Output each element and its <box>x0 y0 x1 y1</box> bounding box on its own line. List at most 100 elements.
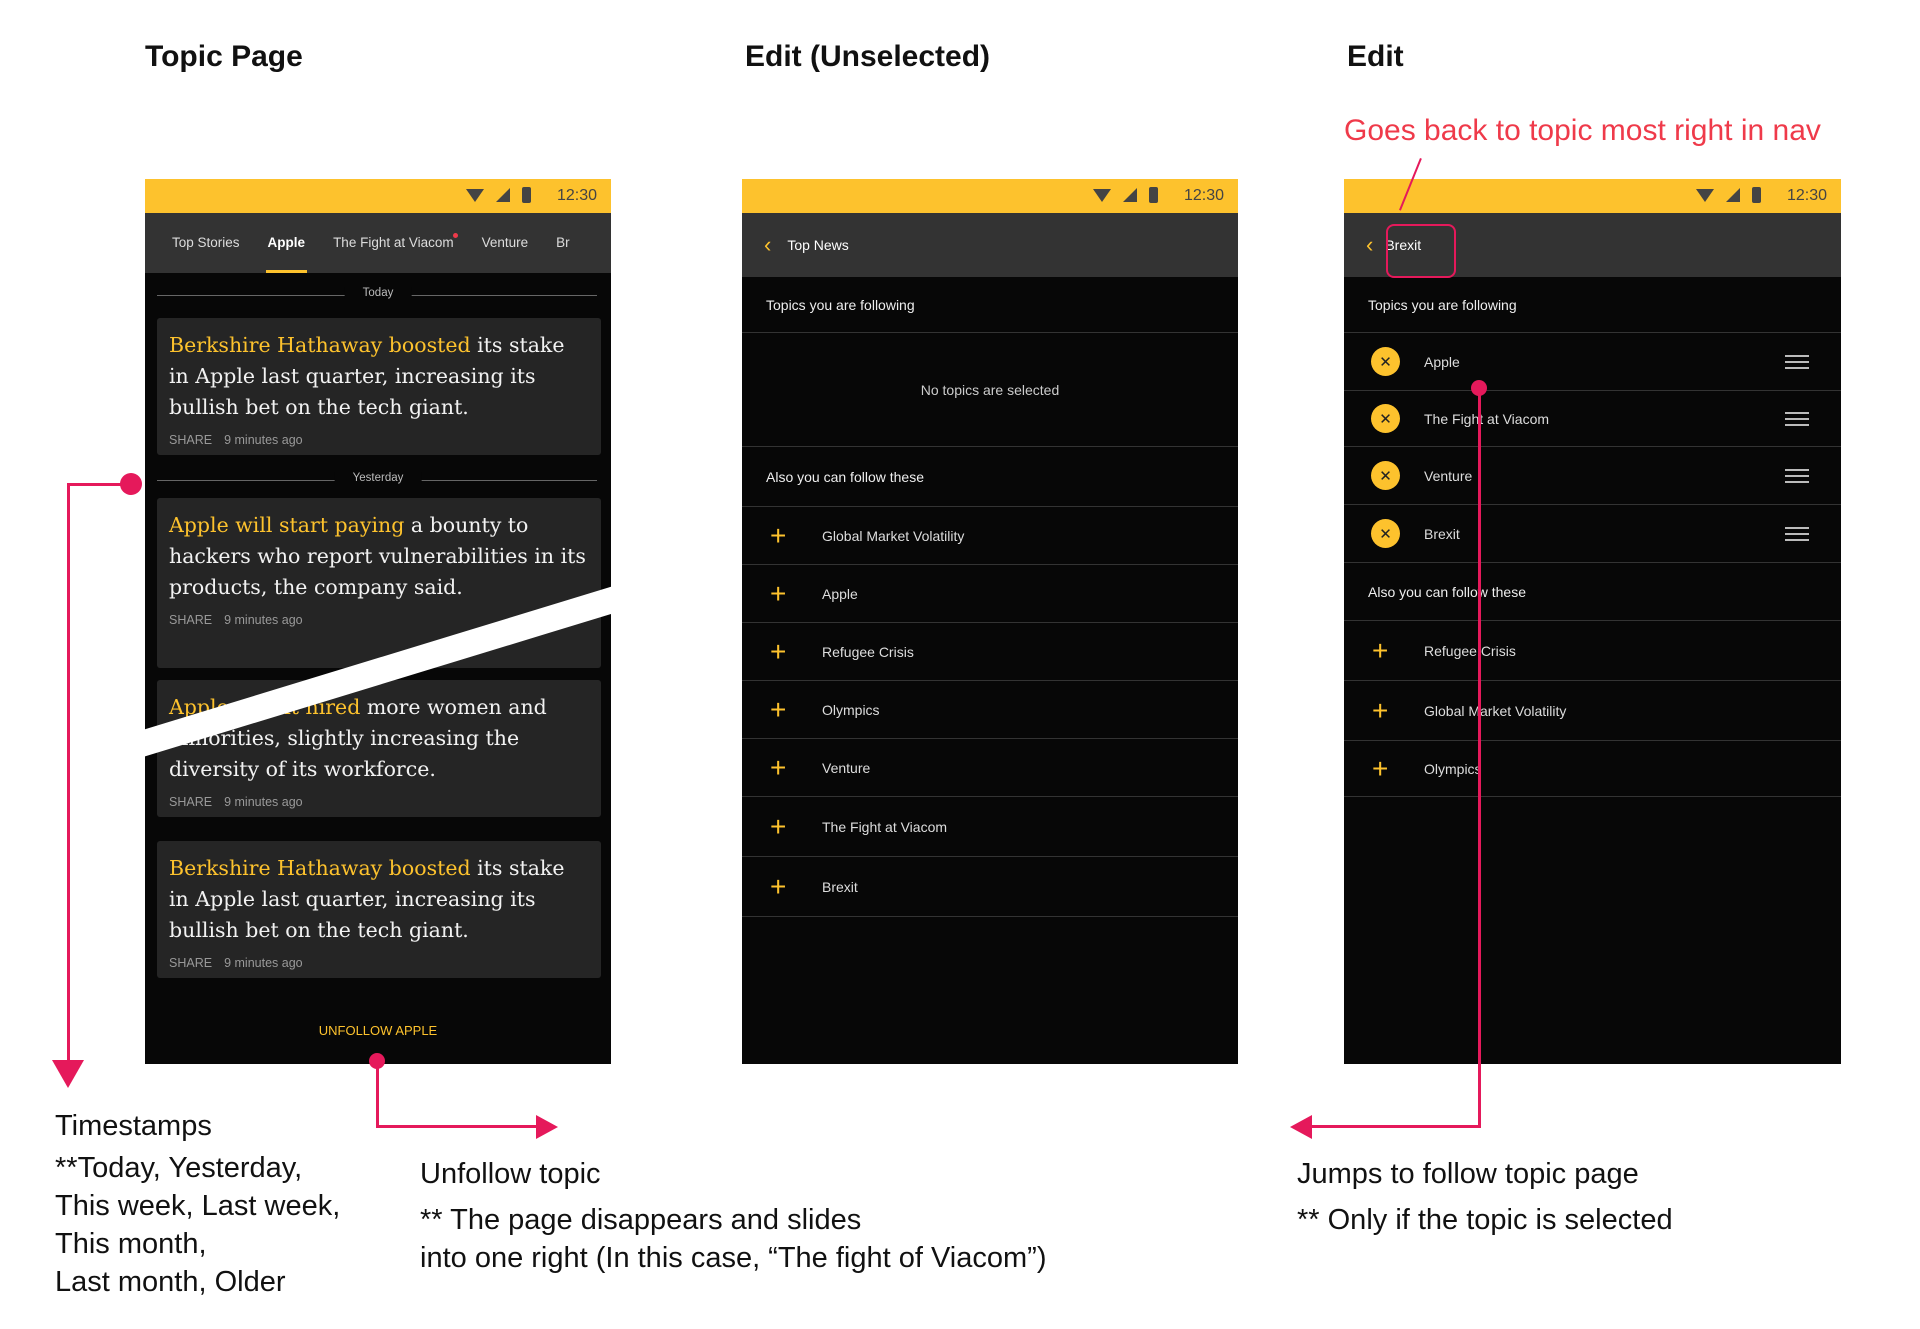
plus-icon[interactable]: + <box>1372 696 1406 725</box>
also-section-label: Also you can follow these <box>1344 563 1841 621</box>
topic-label: Global Market Volatility <box>822 527 965 544</box>
back-chevron-icon[interactable]: ‹ <box>1366 234 1373 256</box>
annotation-title: Unfollow topic <box>420 1158 601 1190</box>
topic-label: Refugee Crisis <box>1424 642 1516 659</box>
battery-icon <box>522 187 531 203</box>
share-button[interactable]: SHARE <box>169 613 212 627</box>
jumps-connector <box>1478 388 1481 1128</box>
topic-label: Brexit <box>822 878 858 895</box>
drag-handle-icon[interactable] <box>1785 523 1809 545</box>
list-item[interactable]: + Global Market Volatility <box>1344 681 1841 741</box>
annotation-line: ** Only if the topic is selected <box>1297 1204 1673 1236</box>
list-item[interactable]: + Brexit <box>742 857 1238 917</box>
plus-icon[interactable]: + <box>1372 754 1406 783</box>
annotation-line: Last month, Older <box>55 1266 286 1298</box>
section-label: Topics you are following <box>766 296 915 313</box>
list-item[interactable]: + The Fight at Viacom <box>742 797 1238 857</box>
followed-topic-row[interactable]: ✕ Venture <box>1344 447 1841 505</box>
annotation-line: into one right (In this case, “The fight… <box>420 1242 1047 1274</box>
section-label: Also you can follow these <box>766 468 924 485</box>
tab-top-stories[interactable]: Top Stories <box>145 213 254 273</box>
plus-icon[interactable]: + <box>770 695 804 724</box>
drag-handle-icon[interactable] <box>1785 351 1809 373</box>
followed-topic-row[interactable]: ✕ Brexit <box>1344 505 1841 563</box>
signal-icon <box>496 188 510 202</box>
following-section-label: Topics you are following <box>742 277 1238 333</box>
remove-x-icon[interactable]: ✕ <box>1371 404 1400 433</box>
plus-icon[interactable]: + <box>770 812 804 841</box>
list-item[interactable]: + Olympics <box>742 681 1238 739</box>
wifi-icon <box>1093 188 1111 202</box>
story-time: 9 minutes ago <box>224 613 303 627</box>
tab-brexit[interactable]: Br <box>542 213 584 273</box>
date-divider-yesterday: Yesterday <box>145 468 611 492</box>
share-button[interactable]: SHARE <box>169 795 212 809</box>
section-label: Topics you are following <box>1368 296 1517 313</box>
story-headline: Berkshire Hathaway boosted its stake in … <box>169 853 589 946</box>
topic-label: Olympics <box>822 701 880 718</box>
status-bar: 12:30 <box>742 179 1238 213</box>
tab-apple[interactable]: Apple <box>254 213 320 273</box>
list-item[interactable]: + Refugee Crisis <box>1344 621 1841 681</box>
followed-topic-row[interactable]: ✕ Apple <box>1344 333 1841 391</box>
share-button[interactable]: SHARE <box>169 956 212 970</box>
back-chevron-icon[interactable]: ‹ <box>764 234 771 256</box>
topic-label: The Fight at Viacom <box>1424 410 1550 427</box>
list-item[interactable]: + Olympics <box>1344 741 1841 797</box>
status-bar: 12:30 <box>1344 179 1841 213</box>
topic-page-title: Topic Page <box>145 40 303 73</box>
also-section-label: Also you can follow these <box>742 447 1238 507</box>
drag-handle-icon[interactable] <box>1785 465 1809 487</box>
headline-highlight: Berkshire Hathaway boosted <box>169 856 471 880</box>
story-time: 9 minutes ago <box>224 433 303 447</box>
plus-icon[interactable]: + <box>770 872 804 901</box>
plus-icon[interactable]: + <box>770 579 804 608</box>
remove-x-icon[interactable]: ✕ <box>1371 519 1400 548</box>
tab-venture[interactable]: Venture <box>468 213 543 273</box>
list-item[interactable]: + Refugee Crisis <box>742 623 1238 681</box>
remove-x-icon[interactable]: ✕ <box>1371 347 1400 376</box>
story-card[interactable]: Berkshire Hathaway boosted its stake in … <box>157 318 601 455</box>
list-item[interactable]: + Venture <box>742 739 1238 797</box>
annotation-title: Timestamps <box>55 1110 212 1142</box>
story-card[interactable]: Apple said it hired more women and minor… <box>157 680 601 817</box>
status-time: 12:30 <box>1183 187 1224 204</box>
jumps-annotation: Jumps to follow topic page ** Only if th… <box>1297 1155 1673 1239</box>
timestamps-connector <box>67 483 70 1063</box>
share-button[interactable]: SHARE <box>169 433 212 447</box>
wifi-icon <box>466 188 484 202</box>
header-highlight-box <box>1386 224 1456 278</box>
story-headline: Apple will start paying a bounty to hack… <box>169 510 589 603</box>
timestamps-arrow <box>52 1060 84 1088</box>
unfollow-button[interactable]: UNFOLLOW APPLE <box>145 1023 611 1038</box>
plus-icon[interactable]: + <box>770 637 804 666</box>
edit-unselected-screen: 12:30 ‹ Top News Topics you are followin… <box>742 179 1238 1064</box>
remove-x-icon[interactable]: ✕ <box>1371 461 1400 490</box>
plus-icon[interactable]: + <box>770 521 804 550</box>
story-card[interactable]: Berkshire Hathaway boosted its stake in … <box>157 841 601 978</box>
followed-topic-row[interactable]: ✕ The Fight at Viacom <box>1344 391 1841 447</box>
battery-icon <box>1752 187 1761 203</box>
topic-label: Refugee Crisis <box>822 643 914 660</box>
jumps-connector <box>1310 1125 1481 1128</box>
plus-icon[interactable]: + <box>770 753 804 782</box>
drag-handle-icon[interactable] <box>1785 408 1809 430</box>
story-time: 9 minutes ago <box>224 795 303 809</box>
header-title[interactable]: Top News <box>787 237 848 253</box>
plus-icon[interactable]: + <box>1372 636 1406 665</box>
topic-label: Venture <box>1424 467 1473 484</box>
tab-the-fight-at-viacom[interactable]: The Fight at Viacom <box>319 213 468 273</box>
list-item[interactable]: + Apple <box>742 565 1238 623</box>
signal-icon <box>1123 188 1137 202</box>
topic-label: Brexit <box>1424 525 1460 542</box>
edit-header: ‹ Top News <box>742 213 1238 277</box>
status-time: 12:30 <box>556 187 597 204</box>
story-card[interactable]: Apple will start paying a bounty to hack… <box>157 498 601 668</box>
date-divider-today: Today <box>145 283 611 307</box>
edit-unselected-title: Edit (Unselected) <box>745 40 991 73</box>
annotation-title: Jumps to follow topic page <box>1297 1158 1639 1190</box>
list-item[interactable]: + Global Market Volatility <box>742 507 1238 565</box>
status-bar: 12:30 <box>145 179 611 213</box>
topic-label: Venture <box>822 759 871 776</box>
topic-label: Olympics <box>1424 760 1482 777</box>
